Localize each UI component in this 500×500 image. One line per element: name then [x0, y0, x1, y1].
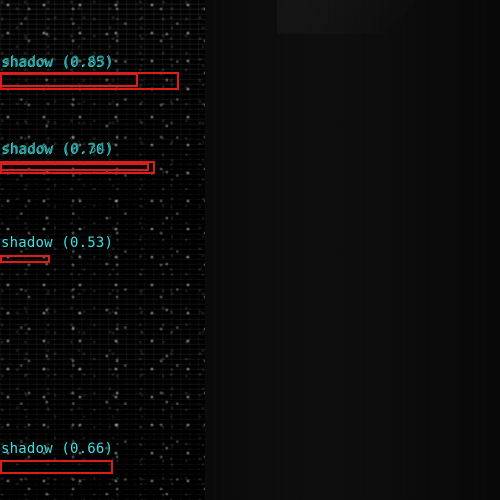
detection-label: shadow (0.63) [2, 54, 115, 70]
detection-box [0, 163, 149, 171]
detection-label: shadow (0.53) [1, 235, 114, 251]
detection-label: shadow (0.66) [1, 441, 114, 457]
detection-box [0, 73, 138, 87]
detection-box [0, 460, 113, 474]
dark-right-panel [205, 0, 500, 500]
detection-label: shadow (0.34) [2, 141, 115, 157]
detection-view: shadow (0.85) shadow (0.63) shadow (0.70… [0, 0, 500, 500]
detection-box [0, 255, 50, 263]
